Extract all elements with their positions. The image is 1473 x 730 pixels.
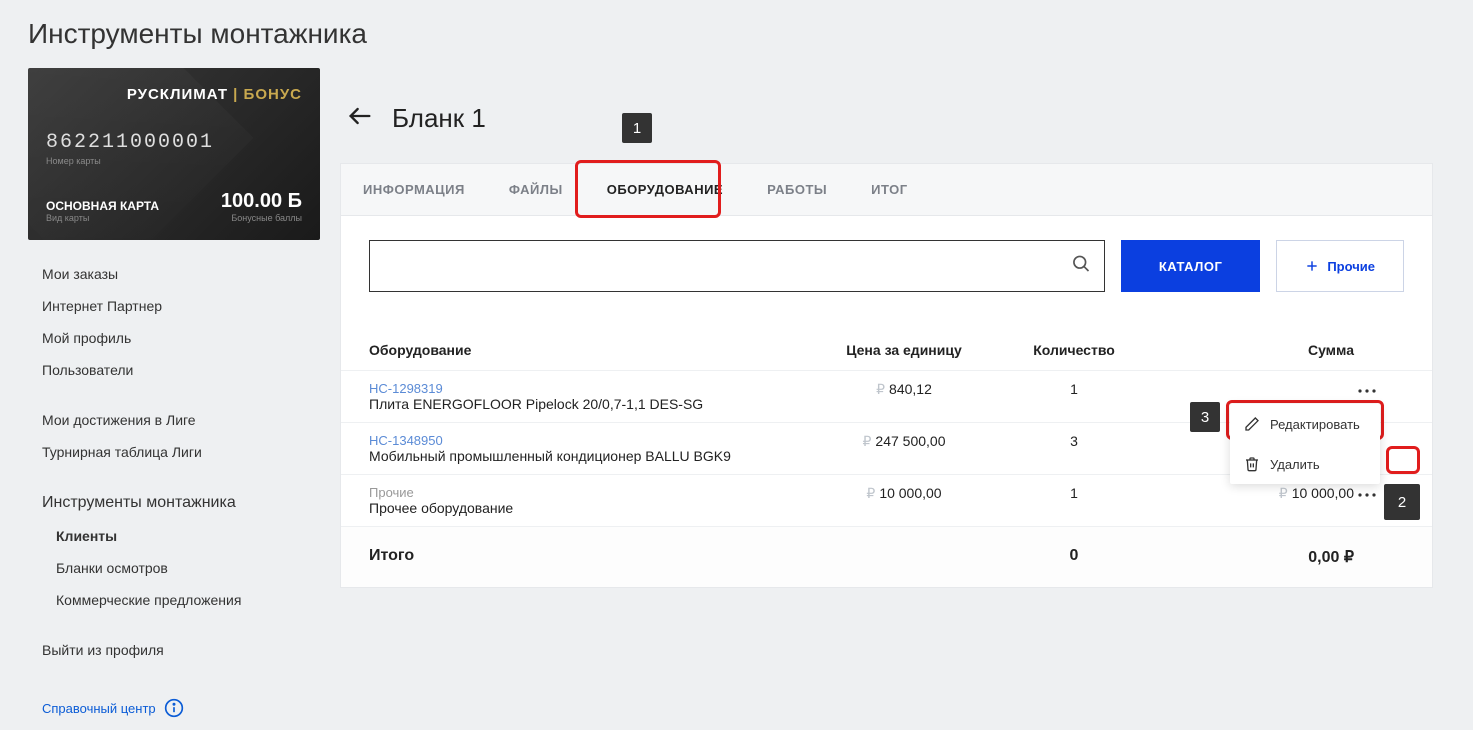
nav-league-table[interactable]: Турнирная таблица Лиги: [28, 436, 320, 468]
row-desc: Прочее оборудование: [369, 500, 814, 516]
tabs: ИНФОРМАЦИЯ ФАЙЛЫ ОБОРУДОВАНИЕ РАБОТЫ ИТО…: [341, 164, 1432, 216]
main-content: Бланк 1 1 ИНФОРМАЦИЯ ФАЙЛЫ ОБОРУДОВАНИЕ …: [340, 68, 1473, 730]
row-desc: Мобильный промышленный кондиционер BALLU…: [369, 448, 814, 464]
context-delete[interactable]: Удалить: [1230, 444, 1380, 484]
nav-logout[interactable]: Выйти из профиля: [28, 634, 320, 666]
search-icon[interactable]: [1071, 254, 1091, 279]
row-qty: 1: [994, 381, 1154, 397]
plus-icon: [1305, 259, 1319, 273]
nav-profile[interactable]: Мой профиль: [28, 322, 320, 354]
nav-achievements[interactable]: Мои достижения в Лиге: [28, 404, 320, 436]
catalog-button[interactable]: КАТАЛОГ: [1121, 240, 1260, 292]
nav-orders[interactable]: Мои заказы: [28, 258, 320, 290]
page-title: Инструменты монтажника: [0, 0, 1473, 68]
row-qty: 1: [994, 485, 1154, 501]
row-price: ₽10 000,00: [814, 485, 994, 502]
annotation-2: 2: [1384, 484, 1420, 520]
add-other-label: Прочие: [1327, 259, 1375, 274]
nav-sub-clients[interactable]: Клиенты: [28, 520, 320, 552]
form-title: Бланк 1: [392, 103, 486, 134]
card-type: ОСНОВНАЯ КАРТА: [46, 199, 159, 213]
row-sku[interactable]: НС-1348950: [369, 433, 814, 448]
content-card: ИНФОРМАЦИЯ ФАЙЛЫ ОБОРУДОВАНИЕ РАБОТЫ ИТО…: [340, 163, 1433, 588]
search-field: [369, 240, 1105, 292]
info-icon: [164, 698, 184, 718]
annotation-3: 3: [1190, 402, 1220, 432]
nav-group-installer: Инструменты монтажника: [28, 486, 320, 520]
col-sum: Сумма: [1154, 342, 1354, 358]
card-type-sublabel: Вид карты: [46, 213, 159, 223]
bonus-card: РУСКЛИМАТ | БОНУС 862211000001 Номер кар…: [28, 68, 320, 240]
row-context-menu: Редактировать Удалить: [1230, 404, 1380, 484]
col-equipment: Оборудование: [369, 342, 814, 358]
tab-equipment[interactable]: ОБОРУДОВАНИЕ: [585, 164, 745, 215]
trash-icon: [1244, 456, 1260, 472]
edit-icon: [1244, 416, 1260, 432]
nav-sub-blanks[interactable]: Бланки осмотров: [28, 552, 320, 584]
arrow-left-icon: [346, 102, 374, 130]
card-number: 862211000001: [46, 131, 302, 154]
dots-icon: [1358, 492, 1376, 498]
card-balance-sublabel: Бонусные баллы: [221, 213, 302, 223]
row-sum: ₽10 000,00: [1154, 485, 1354, 502]
row-sku: Прочие: [369, 485, 814, 500]
tab-total[interactable]: ИТОГ: [849, 164, 929, 215]
col-qty: Количество: [994, 342, 1154, 358]
tab-info[interactable]: ИНФОРМАЦИЯ: [341, 164, 487, 215]
row-sku[interactable]: НС-1298319: [369, 381, 814, 396]
sidebar: РУСКЛИМАТ | БОНУС 862211000001 Номер кар…: [0, 68, 340, 730]
help-center-link[interactable]: Справочный центр: [28, 686, 320, 730]
col-price: Цена за единицу: [814, 342, 994, 358]
annotation-1: 1: [622, 113, 652, 143]
nav-sub-offers[interactable]: Коммерческие предложения: [28, 584, 320, 616]
card-number-label: Номер карты: [46, 156, 302, 166]
footer-qty: 0: [994, 547, 1154, 567]
back-button[interactable]: [346, 102, 374, 135]
row-actions-button[interactable]: [1354, 384, 1380, 398]
footer-sum: 0,00 ₽: [1154, 547, 1354, 567]
nav-partner[interactable]: Интернет Партнер: [28, 290, 320, 322]
row-price: ₽247 500,00: [814, 433, 994, 450]
nav-users[interactable]: Пользователи: [28, 354, 320, 386]
context-edit-label: Редактировать: [1270, 417, 1360, 432]
row-qty: 3: [994, 433, 1154, 449]
footer-label: Итого: [369, 547, 814, 567]
context-delete-label: Удалить: [1270, 457, 1320, 472]
card-balance: 100.00 Б: [221, 190, 302, 213]
row-actions-button[interactable]: [1354, 488, 1380, 502]
search-input[interactable]: [369, 240, 1105, 292]
tab-files[interactable]: ФАЙЛЫ: [487, 164, 585, 215]
context-edit[interactable]: Редактировать: [1230, 404, 1380, 444]
row-price: ₽840,12: [814, 381, 994, 398]
row-desc: Плита ENERGOFLOOR Pipelock 20/0,7-1,1 DE…: [369, 396, 814, 412]
card-brand: РУСКЛИМАТ | БОНУС: [46, 86, 302, 103]
add-other-button[interactable]: Прочие: [1276, 240, 1404, 292]
dots-icon: [1358, 388, 1376, 394]
tab-works[interactable]: РАБОТЫ: [745, 164, 849, 215]
help-center-label: Справочный центр: [42, 701, 156, 716]
